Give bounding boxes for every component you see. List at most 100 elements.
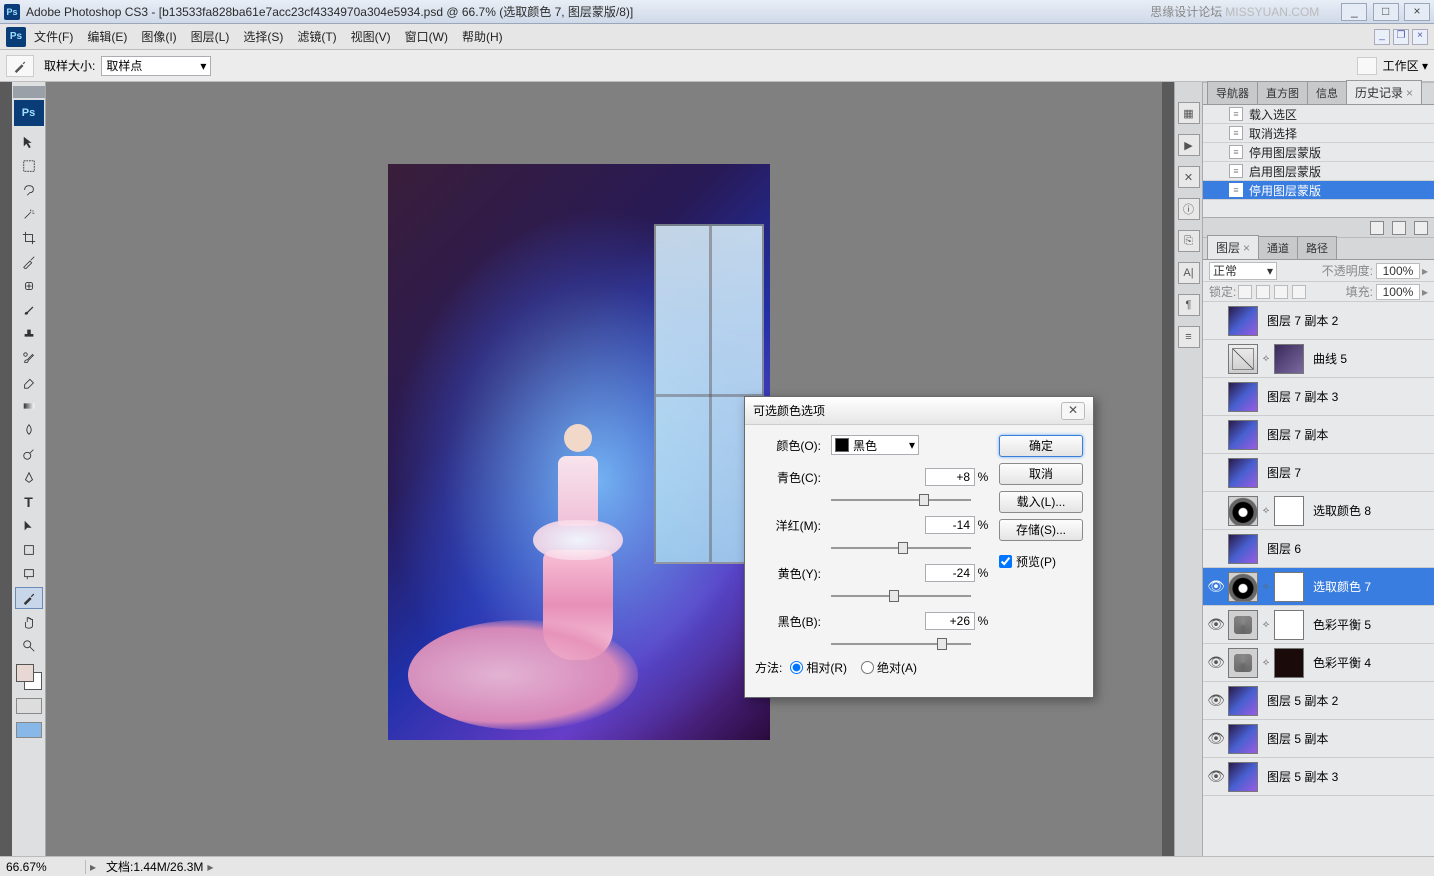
tab-navigator[interactable]: 导航器 <box>1207 81 1258 104</box>
color-dropdown[interactable]: 黑色▾ <box>831 435 919 455</box>
dodge-tool[interactable] <box>15 443 43 465</box>
healing-tool[interactable] <box>15 275 43 297</box>
visibility-toggle[interactable]: 👁 <box>1207 654 1225 671</box>
layer-row[interactable]: ⟡选取颜色 8 <box>1203 492 1434 530</box>
layer-row[interactable]: 图层 7 副本 <box>1203 416 1434 454</box>
history-new-icon[interactable] <box>1392 221 1406 235</box>
visibility-toggle[interactable]: 👁 <box>1207 692 1225 709</box>
app-icon[interactable]: Ps <box>6 27 26 47</box>
layer-row[interactable]: 👁图层 5 副本 3 <box>1203 758 1434 796</box>
visibility-toggle[interactable]: 👁 <box>1207 768 1225 785</box>
canvas-area[interactable]: 可选颜色选项 ✕ 颜色(O): 黑色▾ 青色(C):%洋红(M):%黄色(Y):… <box>46 82 1162 856</box>
menu-window[interactable]: 窗口(W) <box>405 28 448 45</box>
history-delete-icon[interactable] <box>1414 221 1428 235</box>
history-item[interactable]: ≡停用图层蒙版 <box>1203 181 1434 200</box>
fill-field[interactable]: 100% <box>1376 284 1420 300</box>
menu-edit[interactable]: 编辑(E) <box>87 28 127 45</box>
visibility-toggle[interactable]: 👁 <box>1207 730 1225 747</box>
history-snapshot-icon[interactable] <box>1370 221 1384 235</box>
slider[interactable] <box>831 589 991 603</box>
visibility-toggle[interactable]: 👁 <box>1207 578 1225 595</box>
menu-filter[interactable]: 滤镜(T) <box>297 28 336 45</box>
screenmode-toggle[interactable] <box>16 722 42 738</box>
cancel-button[interactable]: 取消 <box>999 463 1083 485</box>
slider-value[interactable] <box>925 612 975 630</box>
menu-image[interactable]: 图像(I) <box>141 28 176 45</box>
layer-row[interactable]: 👁⟡色彩平衡 5 <box>1203 606 1434 644</box>
workspace-dropdown[interactable]: 工作区 ▾ <box>1383 57 1428 74</box>
menu-layer[interactable]: 图层(L) <box>191 28 230 45</box>
gradient-tool[interactable] <box>15 395 43 417</box>
dock-brush-icon[interactable]: ⓘ <box>1178 198 1200 220</box>
dock-navigator-icon[interactable]: ▦ <box>1178 102 1200 124</box>
slider[interactable] <box>831 493 991 507</box>
history-item[interactable]: ≡启用图层蒙版 <box>1203 162 1434 181</box>
notes-tool[interactable] <box>15 563 43 585</box>
tab-history[interactable]: 历史记录× <box>1346 80 1422 104</box>
history-item[interactable]: ≡停用图层蒙版 <box>1203 143 1434 162</box>
dock-tools-icon[interactable]: ✕ <box>1178 166 1200 188</box>
doc-manage-icon[interactable] <box>1357 57 1377 75</box>
relative-radio[interactable]: 相对(R) <box>790 659 847 676</box>
doc-minimize-button[interactable]: _ <box>1374 29 1390 45</box>
hand-tool[interactable] <box>15 611 43 633</box>
dialog-close-button[interactable]: ✕ <box>1061 402 1085 420</box>
blur-tool[interactable] <box>15 419 43 441</box>
marquee-tool[interactable] <box>15 155 43 177</box>
absolute-radio[interactable]: 绝对(A) <box>861 659 917 676</box>
lasso-tool[interactable] <box>15 179 43 201</box>
visibility-toggle[interactable]: 👁 <box>1207 616 1225 633</box>
slider[interactable] <box>831 637 991 651</box>
lock-position-icon[interactable] <box>1274 285 1288 299</box>
eraser-tool[interactable] <box>15 371 43 393</box>
tab-layers[interactable]: 图层× <box>1207 235 1259 259</box>
move-tool[interactable] <box>15 131 43 153</box>
layer-row[interactable]: 图层 7 副本 3 <box>1203 378 1434 416</box>
quickmask-toggle[interactable] <box>16 698 42 714</box>
close-button[interactable]: × <box>1404 3 1430 21</box>
tab-paths[interactable]: 路径 <box>1297 236 1337 259</box>
layer-row[interactable]: ⟡曲线 5 <box>1203 340 1434 378</box>
path-select-tool[interactable] <box>15 515 43 537</box>
doc-restore-button[interactable]: ❐ <box>1393 29 1409 45</box>
preview-checkbox[interactable]: 预览(P) <box>999 553 1083 570</box>
wand-tool[interactable] <box>15 203 43 225</box>
tab-info[interactable]: 信息 <box>1307 81 1347 104</box>
blend-mode-dropdown[interactable]: 正常▾ <box>1209 262 1277 280</box>
zoom-tool[interactable] <box>15 635 43 657</box>
slider[interactable] <box>831 541 991 555</box>
slice-tool[interactable] <box>15 251 43 273</box>
toolbox-grip[interactable] <box>13 86 45 98</box>
history-item[interactable]: ≡载入选区 <box>1203 105 1434 124</box>
dock-clone-icon[interactable]: ⎘ <box>1178 230 1200 252</box>
layer-row[interactable]: 👁⟡色彩平衡 4 <box>1203 644 1434 682</box>
zoom-arrow-icon[interactable]: ▸ <box>90 860 96 874</box>
dialog-titlebar[interactable]: 可选颜色选项 ✕ <box>745 397 1093 425</box>
load-button[interactable]: 载入(L)... <box>999 491 1083 513</box>
pen-tool[interactable] <box>15 467 43 489</box>
dock-layercomp-icon[interactable]: ≡ <box>1178 326 1200 348</box>
tab-histogram[interactable]: 直方图 <box>1257 81 1308 104</box>
maximize-button[interactable]: □ <box>1373 3 1399 21</box>
menu-file[interactable]: 文件(F) <box>34 28 73 45</box>
opacity-field[interactable]: 100% <box>1376 263 1420 279</box>
menu-help[interactable]: 帮助(H) <box>462 28 503 45</box>
doc-arrow-icon[interactable]: ▸ <box>207 860 213 874</box>
layer-row[interactable]: 👁图层 5 副本 2 <box>1203 682 1434 720</box>
menu-view[interactable]: 视图(V) <box>351 28 391 45</box>
brush-tool[interactable] <box>15 299 43 321</box>
lock-all-icon[interactable] <box>1292 285 1306 299</box>
minimize-button[interactable]: _ <box>1341 3 1367 21</box>
active-tool-icon[interactable] <box>6 55 34 77</box>
type-tool[interactable]: T <box>15 491 43 513</box>
dock-para-icon[interactable]: ¶ <box>1178 294 1200 316</box>
history-item[interactable]: ≡取消选择 <box>1203 124 1434 143</box>
slider-value[interactable] <box>925 468 975 486</box>
layer-row[interactable]: 图层 7 副本 2 <box>1203 302 1434 340</box>
slider-value[interactable] <box>925 564 975 582</box>
layer-row[interactable]: 👁图层 5 副本 <box>1203 720 1434 758</box>
stamp-tool[interactable] <box>15 323 43 345</box>
eyedropper-tool[interactable] <box>15 587 43 609</box>
history-brush-tool[interactable] <box>15 347 43 369</box>
ok-button[interactable]: 确定 <box>999 435 1083 457</box>
